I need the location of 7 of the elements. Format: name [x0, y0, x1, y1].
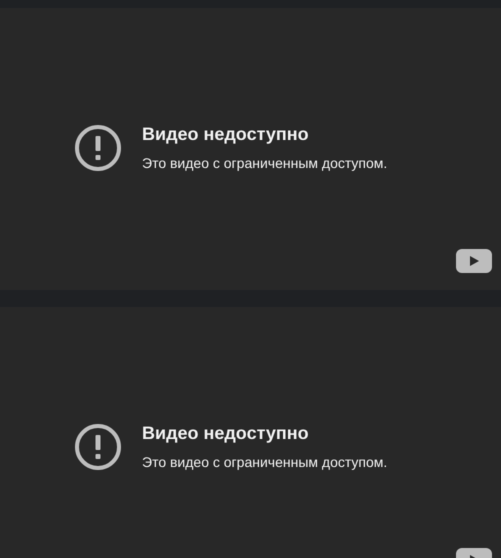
play-logo-icon[interactable]: [456, 249, 492, 273]
error-title: Видео недоступно: [142, 124, 310, 145]
alert-icon: [74, 422, 122, 470]
error-message: Это видео с ограниченным доступом.: [142, 454, 388, 470]
alert-icon: [74, 124, 122, 172]
error-message: Это видео с ограниченным доступом.: [142, 155, 388, 171]
error-title: Видео недоступно: [142, 423, 310, 444]
